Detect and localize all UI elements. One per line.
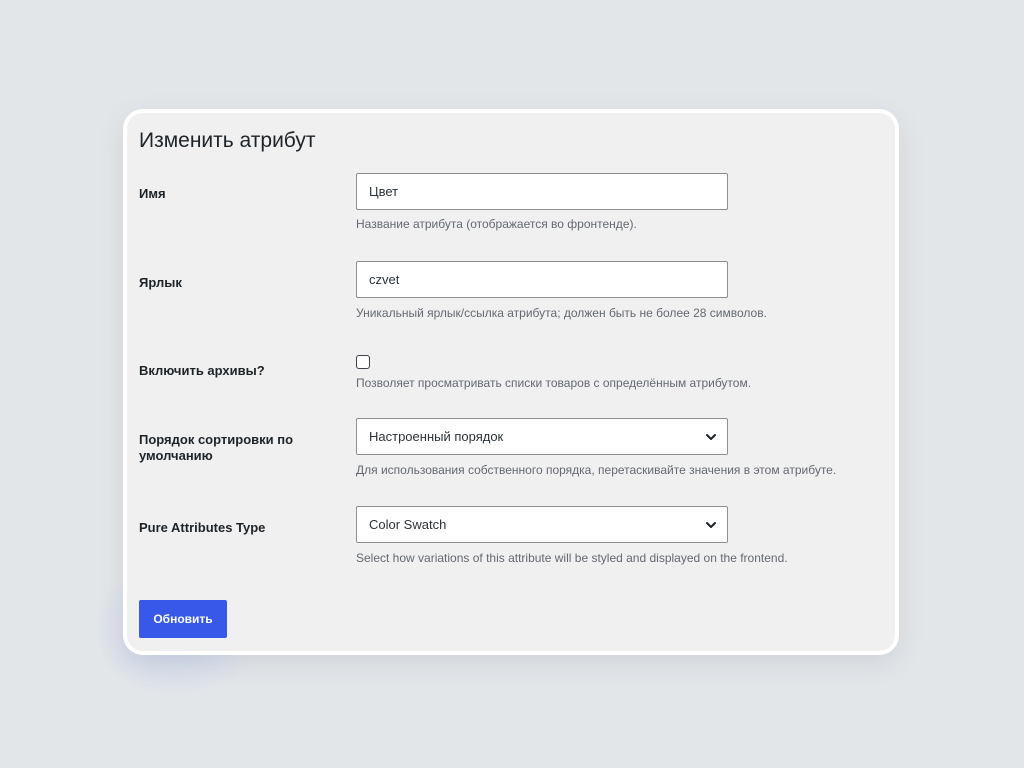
sort-order-label: Порядок сортировки по умолчанию [139, 432, 294, 463]
slug-label: Ярлык [139, 275, 182, 290]
page-title: Изменить атрибут [139, 129, 316, 152]
sort-order-select[interactable]: Настроенный порядок [356, 418, 728, 455]
name-input[interactable]: Цвет [356, 173, 728, 210]
name-description: Название атрибута (отображается во фронт… [356, 217, 637, 231]
pure-type-label: Pure Attributes Type [139, 520, 266, 535]
slug-description: Уникальный ярлык/ссылка атрибута; должен… [356, 306, 767, 320]
chevron-down-icon [706, 522, 716, 528]
pure-type-select[interactable]: Color Swatch [356, 506, 728, 543]
sort-order-description: Для использования собственного порядка, … [356, 463, 837, 477]
pure-type-selected: Color Swatch [369, 517, 447, 532]
archives-label: Включить архивы? [139, 363, 265, 378]
name-label: Имя [139, 186, 166, 201]
archives-description: Позволяет просматривать списки товаров с… [356, 376, 752, 390]
slug-input[interactable]: czvet [356, 261, 728, 298]
pure-type-description: Select how variations of this attribute … [356, 551, 788, 565]
sort-order-selected: Настроенный порядок [369, 429, 504, 444]
edit-attribute-form: Изменить атрибут Имя Цвет Название атриб… [123, 109, 899, 655]
update-button[interactable]: Обновить [139, 600, 227, 638]
chevron-down-icon [706, 434, 716, 440]
archives-checkbox[interactable] [356, 355, 370, 369]
